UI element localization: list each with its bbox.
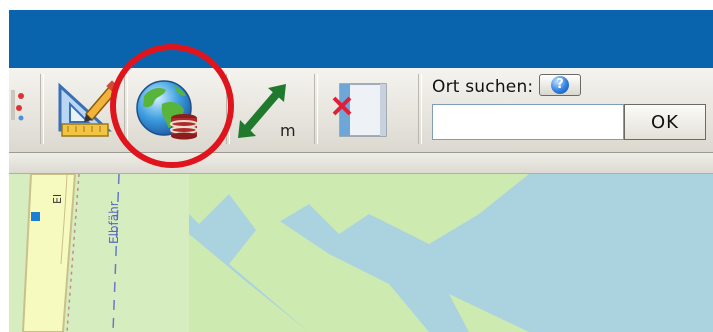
ferry-label: Elbfähr [107,201,121,244]
toolbar-separator [40,74,44,144]
location-search-input[interactable] [432,104,624,140]
street-label: El [51,193,64,204]
distance-measure-icon: m [238,84,296,140]
location-search-label: Ort suchen: [432,77,534,97]
help-icon: ? [551,76,569,94]
toolbar-separator [124,74,128,144]
clear-route-icon [332,83,387,137]
globe-database-icon [136,80,198,140]
map-canvas [9,174,713,332]
distance-unit-label: m [280,121,296,140]
clear-route-button[interactable] [328,82,390,138]
marker-icon [11,90,24,121]
title-bar [9,10,713,68]
secondary-toolbar [9,153,713,174]
map-view[interactable]: El Elbfähr [9,174,713,332]
marker-button[interactable] [9,80,31,136]
search-ok-button[interactable]: OK [624,104,706,140]
search-help-button[interactable]: ? [539,74,581,96]
measure-triangle-pencil-icon [58,80,118,137]
toolbar-separator [418,74,422,144]
measure-distance-button[interactable]: m [236,80,298,140]
measure-area-button[interactable] [56,80,120,140]
app-window: m Ort suchen: ? OK El Elbfähr [0,0,713,332]
globe-database-button[interactable] [134,78,200,140]
toolbar-separator [314,74,318,144]
toolbar-separator [226,74,230,144]
map-poi-marker[interactable] [31,212,40,221]
